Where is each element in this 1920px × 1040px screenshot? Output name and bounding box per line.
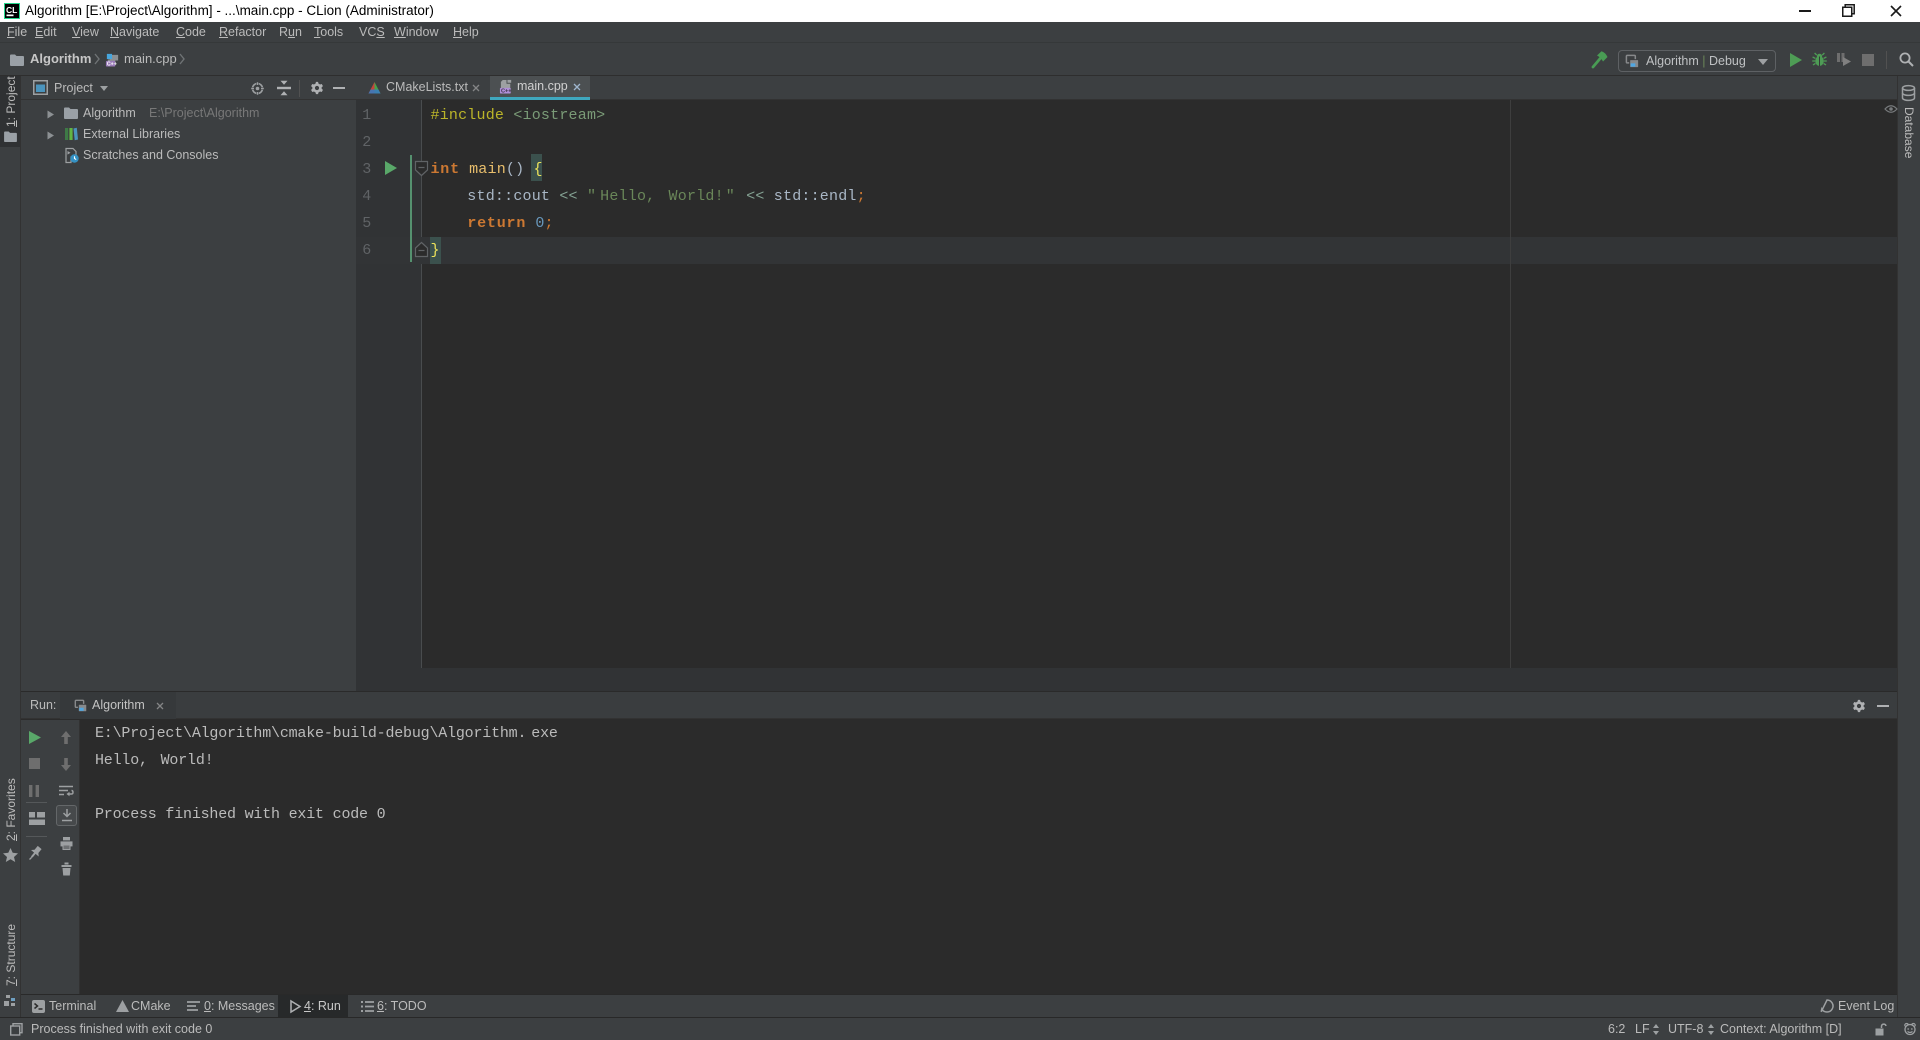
svg-text:C++: C++ <box>501 89 512 95</box>
svg-text:CL: CL <box>6 5 17 15</box>
svg-text:C++: C++ <box>107 62 117 68</box>
